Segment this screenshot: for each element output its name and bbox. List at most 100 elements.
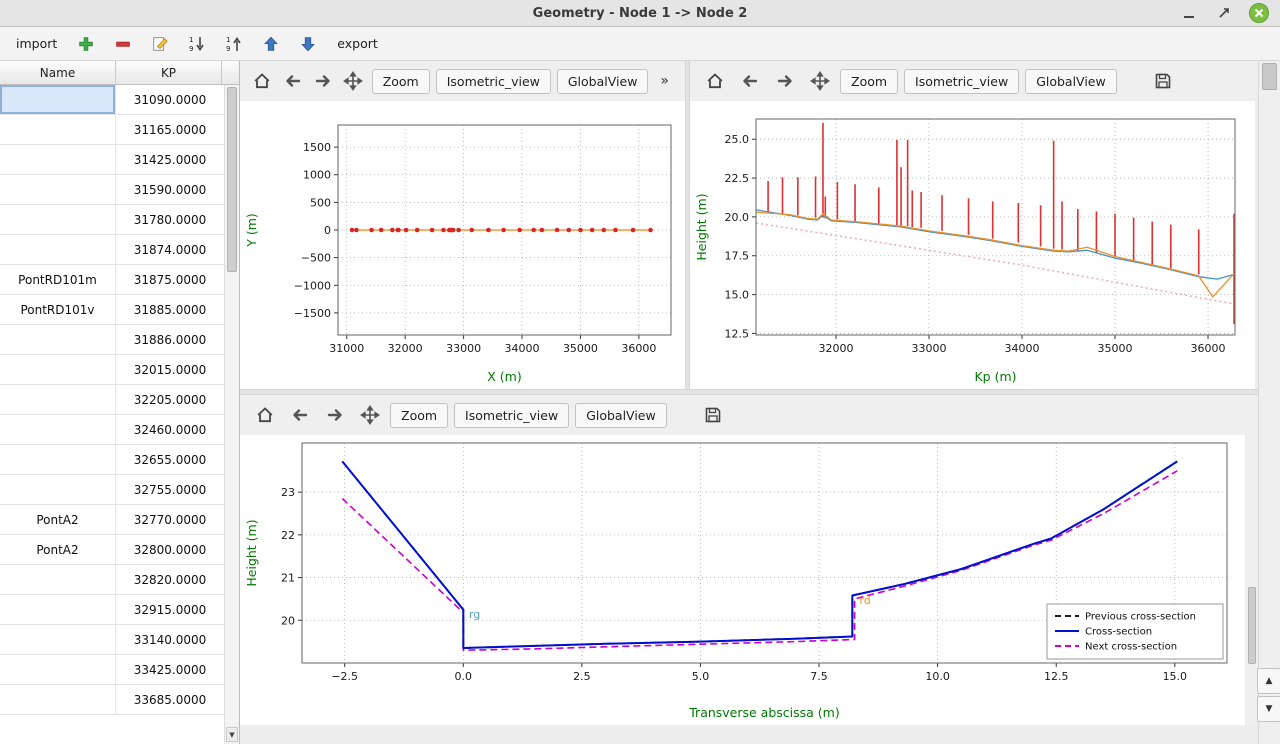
table-scrollbar[interactable]: ▼: [224, 85, 239, 744]
export-button[interactable]: export: [333, 34, 382, 53]
svg-text:12.5: 12.5: [1044, 670, 1069, 683]
name-cell[interactable]: [0, 175, 116, 204]
window-scrollbar[interactable]: ▲ ▼: [1258, 61, 1280, 744]
kp-cell[interactable]: 32460.0000: [116, 415, 224, 444]
window-scrollbar-thumb[interactable]: [1262, 63, 1277, 90]
name-cell[interactable]: [0, 445, 116, 474]
name-cell[interactable]: [0, 355, 116, 384]
home-button[interactable]: [250, 67, 274, 96]
home-button[interactable]: [250, 401, 279, 430]
arrow-left-icon: [283, 71, 303, 91]
name-cell[interactable]: [0, 385, 116, 414]
kp-cell[interactable]: 32915.0000: [116, 595, 224, 624]
name-cell[interactable]: [0, 115, 116, 144]
table-row: 32655.0000: [0, 445, 224, 475]
save-figure-button[interactable]: [699, 401, 728, 430]
name-cell[interactable]: [0, 145, 116, 174]
isometric-view-button[interactable]: Isometric_view: [454, 403, 569, 428]
isometric-view-button[interactable]: Isometric_view: [904, 69, 1019, 94]
remove-cross-section-button[interactable]: [111, 32, 135, 56]
kp-cell[interactable]: 32655.0000: [116, 445, 224, 474]
name-cell[interactable]: [0, 625, 116, 654]
name-cell[interactable]: [0, 475, 116, 504]
table-scroll-down-button[interactable]: ▼: [226, 727, 238, 742]
name-cell[interactable]: PontA2: [0, 505, 116, 534]
svg-text:0: 0: [324, 224, 331, 237]
triangle-down-icon: ▼: [229, 731, 234, 739]
long-profile-chart[interactable]: 320003300034000350003600012.515.017.520.…: [690, 101, 1255, 389]
name-cell[interactable]: [0, 565, 116, 594]
column-header-name[interactable]: Name: [0, 61, 116, 84]
maximize-button[interactable]: [1213, 2, 1235, 24]
edit-button[interactable]: [148, 32, 172, 56]
kp-cell[interactable]: 32205.0000: [116, 385, 224, 414]
move-down-button[interactable]: [296, 32, 320, 56]
kp-cell[interactable]: 32800.0000: [116, 535, 224, 564]
kp-cell[interactable]: 31874.0000: [116, 235, 224, 264]
name-cell[interactable]: PontRD101v: [0, 295, 116, 324]
cross-section-chart[interactable]: −2.50.02.55.07.510.012.515.020212223rgrd…: [240, 435, 1245, 725]
zoom-button[interactable]: Zoom: [372, 69, 430, 94]
forward-button[interactable]: [320, 401, 349, 430]
toolbar-overflow-button[interactable]: »: [654, 71, 675, 91]
kp-cell[interactable]: 31090.0000: [116, 85, 224, 114]
kp-cell[interactable]: 31875.0000: [116, 265, 224, 294]
forward-button[interactable]: [770, 67, 799, 96]
close-icon: [1248, 2, 1270, 24]
name-cell[interactable]: [0, 685, 116, 714]
name-cell[interactable]: [0, 595, 116, 624]
plan-view-chart[interactable]: 310003200033000340003500036000−1500−1000…: [240, 101, 685, 389]
scroll-up-button[interactable]: ▲: [1257, 668, 1280, 694]
name-cell[interactable]: [0, 415, 116, 444]
kp-cell[interactable]: 33140.0000: [116, 625, 224, 654]
global-view-button[interactable]: GlobalView: [575, 403, 667, 428]
kp-cell[interactable]: 31165.0000: [116, 115, 224, 144]
forward-button[interactable]: [311, 67, 335, 96]
kp-cell[interactable]: 32820.0000: [116, 565, 224, 594]
table-header: Name KP: [0, 61, 239, 85]
zoom-button[interactable]: Zoom: [840, 69, 898, 94]
name-cell[interactable]: [0, 205, 116, 234]
pan-button[interactable]: [805, 67, 834, 96]
kp-cell[interactable]: 31425.0000: [116, 145, 224, 174]
sort-ascending-button[interactable]: 19: [222, 32, 246, 56]
back-button[interactable]: [735, 67, 764, 96]
minimize-button[interactable]: [1178, 2, 1200, 24]
move-up-button[interactable]: [259, 32, 283, 56]
kp-cell[interactable]: 31886.0000: [116, 325, 224, 354]
scroll-down-button[interactable]: ▼: [1257, 696, 1280, 722]
name-cell[interactable]: PontA2: [0, 535, 116, 564]
add-cross-section-button[interactable]: [74, 32, 98, 56]
kp-cell[interactable]: 32770.0000: [116, 505, 224, 534]
back-button[interactable]: [280, 67, 304, 96]
name-cell[interactable]: [0, 235, 116, 264]
global-view-button[interactable]: GlobalView: [557, 69, 649, 94]
kp-cell[interactable]: 31780.0000: [116, 205, 224, 234]
kp-cell[interactable]: 33685.0000: [116, 685, 224, 714]
sort-descending-button[interactable]: 19: [185, 32, 209, 56]
kp-cell[interactable]: 31590.0000: [116, 175, 224, 204]
kp-cell[interactable]: 32015.0000: [116, 355, 224, 384]
name-cell[interactable]: [0, 325, 116, 354]
pan-button[interactable]: [341, 67, 365, 96]
name-cell[interactable]: [0, 85, 116, 114]
kp-cell[interactable]: 31885.0000: [116, 295, 224, 324]
window-controls: [1178, 0, 1270, 26]
svg-text:rg: rg: [469, 608, 480, 621]
column-header-kp[interactable]: KP: [116, 61, 222, 84]
close-button[interactable]: [1248, 2, 1270, 24]
import-button[interactable]: import: [12, 34, 61, 53]
isometric-view-button[interactable]: Isometric_view: [436, 69, 551, 94]
global-view-button[interactable]: GlobalView: [1025, 69, 1117, 94]
home-button[interactable]: [700, 67, 729, 96]
kp-cell[interactable]: 32755.0000: [116, 475, 224, 504]
cross-section-scrollbar-thumb[interactable]: [1248, 587, 1256, 664]
zoom-button[interactable]: Zoom: [390, 403, 448, 428]
name-cell[interactable]: [0, 655, 116, 684]
pan-button[interactable]: [355, 401, 384, 430]
table-scrollbar-thumb[interactable]: [227, 87, 237, 272]
kp-cell[interactable]: 33425.0000: [116, 655, 224, 684]
save-figure-button[interactable]: [1149, 67, 1178, 96]
back-button[interactable]: [285, 401, 314, 430]
name-cell[interactable]: PontRD101m: [0, 265, 116, 294]
